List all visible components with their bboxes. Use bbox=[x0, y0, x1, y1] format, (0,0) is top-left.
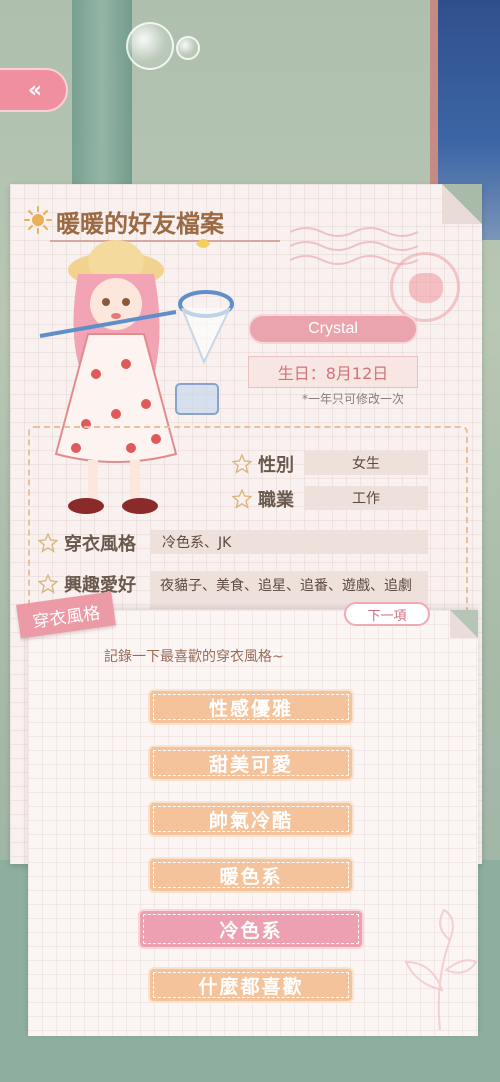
job-label: 職業 bbox=[258, 490, 294, 511]
back-button[interactable]: « bbox=[0, 68, 68, 112]
option-button-warm-colors[interactable]: 暖色系 bbox=[148, 857, 354, 893]
option-button-cool-colors[interactable]: 冷色系 bbox=[138, 909, 364, 949]
job-value[interactable]: 工作 bbox=[304, 486, 428, 510]
sun-icon bbox=[24, 206, 52, 234]
option-button-sweet-cute[interactable]: 甜美可愛 bbox=[148, 745, 354, 781]
name-field[interactable]: Crystal bbox=[248, 314, 418, 344]
gender-value[interactable]: 女生 bbox=[304, 451, 428, 475]
star-icon bbox=[232, 489, 252, 509]
option-button-like-everything[interactable]: 什麼都喜歡 bbox=[148, 967, 354, 1003]
birthday-field[interactable]: 生日：8月12日 bbox=[248, 356, 418, 388]
style-label: 穿衣風格 bbox=[64, 534, 136, 555]
dialog-prompt: 記錄一下最喜歡的穿衣風格~ bbox=[104, 649, 284, 665]
cat-stamp-decoration bbox=[390, 252, 460, 322]
next-button[interactable]: 下一項 bbox=[344, 602, 430, 626]
flower-decoration bbox=[404, 908, 478, 1030]
gender-label: 性別 bbox=[258, 455, 294, 476]
page-corner-fold bbox=[450, 610, 478, 638]
background-curtain bbox=[72, 0, 132, 200]
bubble-decoration bbox=[176, 36, 200, 60]
star-icon bbox=[232, 454, 252, 474]
star-icon bbox=[38, 533, 58, 553]
birthday-note: *一年只可修改一次 bbox=[302, 392, 405, 406]
bubble-decoration bbox=[126, 22, 174, 70]
double-chevron-left-icon: « bbox=[27, 77, 42, 103]
star-icon bbox=[38, 574, 58, 594]
option-button-cool[interactable]: 帥氣冷酷 bbox=[148, 801, 354, 837]
style-value[interactable]: 冷色系、JK bbox=[150, 530, 428, 554]
option-button-sexy-elegant[interactable]: 性感優雅 bbox=[148, 689, 354, 725]
page-corner-fold bbox=[442, 184, 482, 224]
